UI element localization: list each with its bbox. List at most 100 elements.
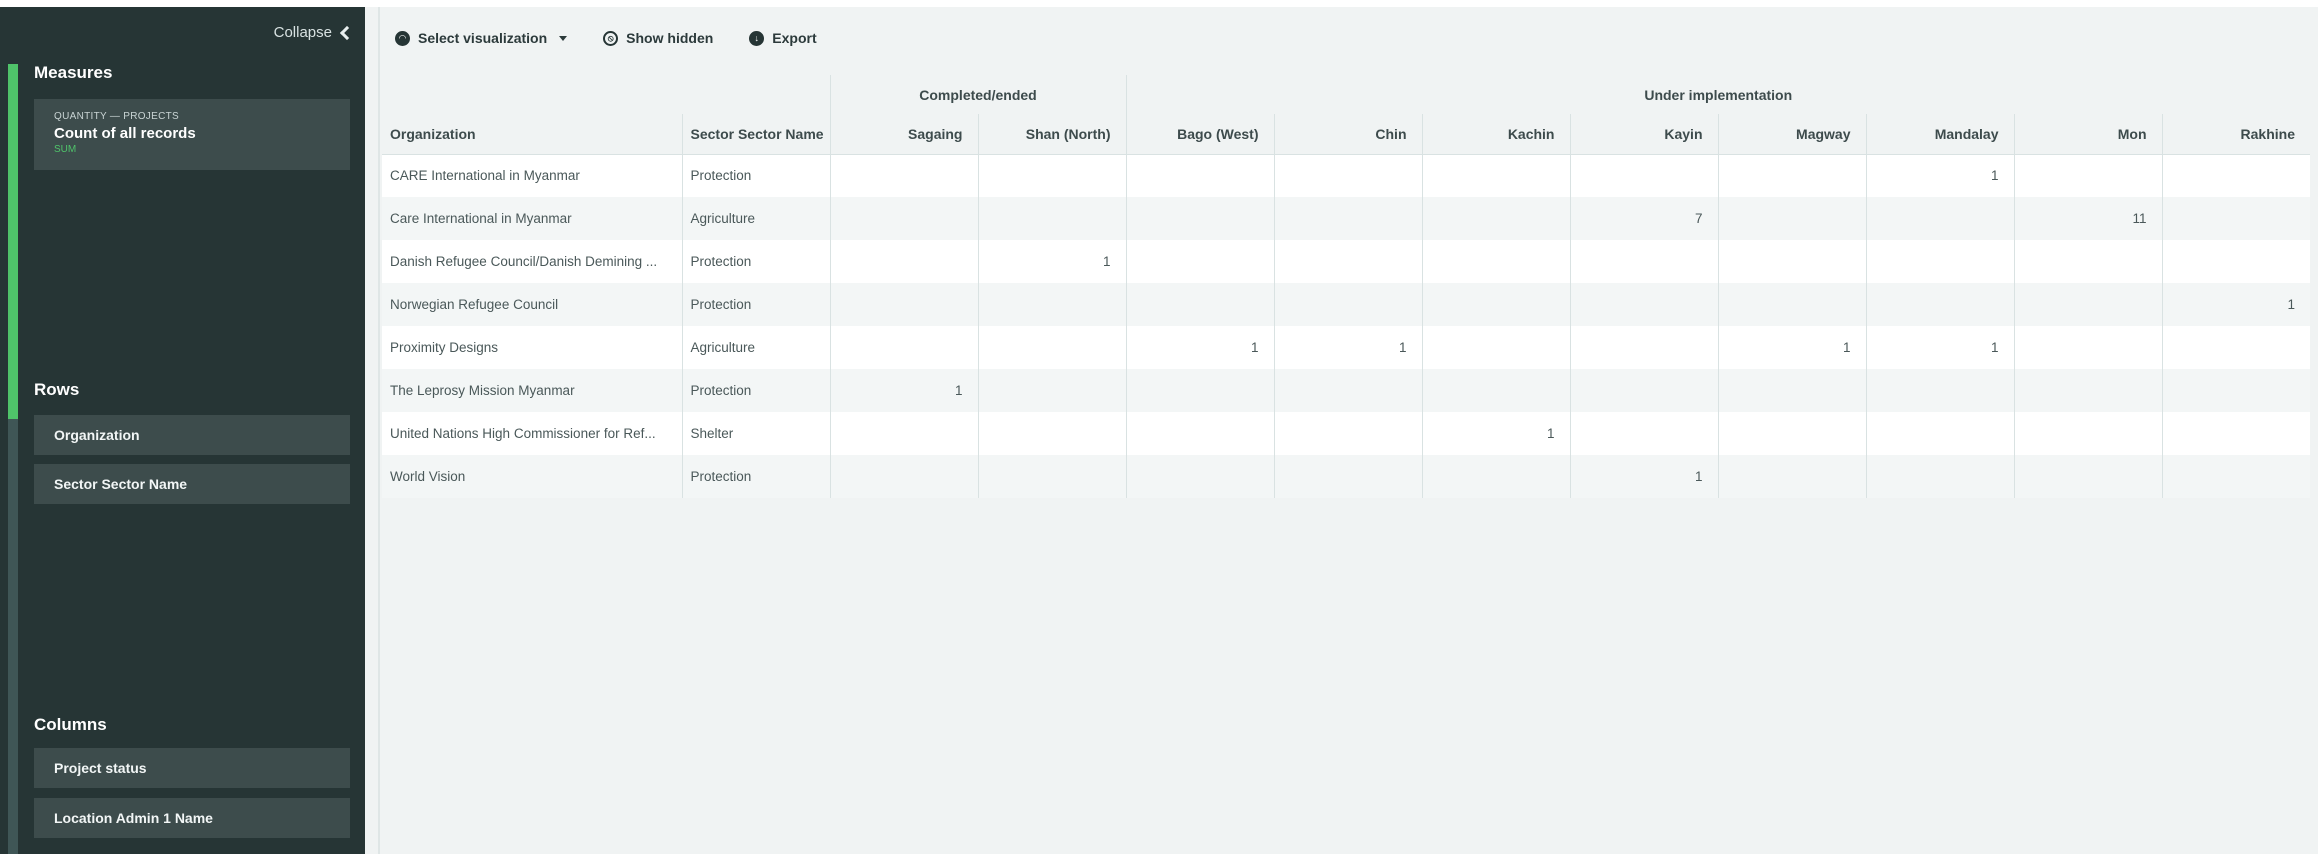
- cell-value: [829, 240, 978, 283]
- cell-value: [2013, 412, 2162, 455]
- cell-value: [1569, 369, 1718, 412]
- cell-value: 1: [1717, 326, 1866, 369]
- cell-value: 1: [1125, 326, 1274, 369]
- cell-value: [1865, 369, 2014, 412]
- cell-value: 1: [1865, 154, 2014, 197]
- chart-icon: ◠: [395, 30, 410, 46]
- cell-value: [1273, 412, 1422, 455]
- cell-value: [1421, 326, 1570, 369]
- cell-value: [1273, 283, 1422, 326]
- header-sector[interactable]: Sector Sector Name: [681, 114, 830, 155]
- column-header[interactable]: Kayin: [1569, 114, 1718, 155]
- cell-value: 7: [1569, 197, 1718, 240]
- caret-down-icon: [559, 35, 568, 41]
- measure-item[interactable]: QUANTITY — PROJECTS Count of all records…: [34, 99, 350, 170]
- cell-value: [1421, 154, 1570, 197]
- cell-organization: Proximity Designs: [382, 326, 682, 369]
- column-field-location[interactable]: Location Admin 1 Name: [34, 798, 350, 838]
- row-field-label: Sector Sector Name: [54, 476, 188, 492]
- collapse-button[interactable]: Collapse: [274, 24, 355, 41]
- cell-value: [1569, 412, 1718, 455]
- cell-sector: Protection: [681, 283, 830, 326]
- group-header-row: Completed/ended Under implementation: [382, 75, 2310, 114]
- cell-value: [977, 326, 1126, 369]
- cell-value: [1569, 326, 1718, 369]
- cell-value: [1273, 197, 1422, 240]
- cell-value: [829, 412, 978, 455]
- cell-value: [977, 154, 1126, 197]
- cell-organization: United Nations High Commissioner for Ref…: [382, 412, 682, 455]
- cell-value: [1125, 455, 1274, 498]
- row-field-organization[interactable]: Organization: [34, 415, 350, 455]
- cell-value: [977, 455, 1126, 498]
- group-header-under-implementation[interactable]: Under implementation: [1125, 75, 2310, 114]
- table-row: The Leprosy Mission Myanmar Protection 1: [382, 369, 2310, 412]
- table-row: World Vision Protection 1: [382, 455, 2310, 498]
- column-header[interactable]: Sagaing: [829, 114, 978, 155]
- cell-value: [1717, 369, 1866, 412]
- table-row: Care International in Myanmar Agriculture…: [382, 197, 2310, 240]
- table-row: Norwegian Refugee Council Protection 1: [382, 283, 2310, 326]
- cell-value: [1125, 154, 1274, 197]
- cell-value: [829, 197, 978, 240]
- cell-value: [2161, 369, 2310, 412]
- cell-value: [1717, 455, 1866, 498]
- column-header[interactable]: Shan (North): [977, 114, 1126, 155]
- cell-sector: Agriculture: [681, 326, 830, 369]
- cell-value: 1: [977, 240, 1126, 283]
- cell-value: 11: [2013, 197, 2162, 240]
- download-icon: ↓: [749, 30, 765, 46]
- cell-sector: Shelter: [681, 412, 830, 455]
- cell-value: [2013, 326, 2162, 369]
- measure-name: Count of all records: [54, 125, 196, 142]
- main-divider: [378, 7, 380, 854]
- column-header[interactable]: Rakhine: [2161, 114, 2310, 155]
- cell-value: [1273, 369, 1422, 412]
- cell-value: [1421, 197, 1570, 240]
- cell-value: [829, 326, 978, 369]
- config-sidebar: Collapse Measures QUANTITY — PROJECTS Co…: [0, 7, 365, 854]
- group-spacer: [382, 75, 682, 114]
- cell-value: [1125, 369, 1274, 412]
- cell-value: 1: [2161, 283, 2310, 326]
- cell-value: [977, 412, 1126, 455]
- top-strip: [0, 0, 2318, 7]
- columns-title: Columns: [34, 715, 107, 734]
- column-field-label: Project status: [54, 760, 147, 776]
- cell-value: [1717, 154, 1866, 197]
- column-header[interactable]: Kachin: [1421, 114, 1570, 155]
- column-header[interactable]: Mon: [2013, 114, 2162, 155]
- cell-value: [1125, 197, 1274, 240]
- cell-value: 1: [1865, 326, 2014, 369]
- column-field-project-status[interactable]: Project status: [34, 748, 350, 788]
- column-header[interactable]: Bago (West): [1125, 114, 1274, 155]
- row-field-sector[interactable]: Sector Sector Name: [34, 464, 350, 504]
- measures-title: Measures: [34, 63, 113, 82]
- cell-sector: Protection: [681, 154, 830, 197]
- toolbar: ◠ Select visualization ⦸ Show hidden ↓ E…: [395, 30, 817, 46]
- cell-value: 1: [1273, 326, 1422, 369]
- cell-value: 1: [829, 369, 978, 412]
- row-field-label: Organization: [54, 427, 140, 443]
- column-header[interactable]: Chin: [1273, 114, 1422, 155]
- group-header-completed[interactable]: Completed/ended: [829, 75, 1126, 114]
- cell-value: [2013, 369, 2162, 412]
- cell-sector: Protection: [681, 455, 830, 498]
- cell-value: [2161, 326, 2310, 369]
- select-visualization-label: Select visualization: [418, 30, 548, 46]
- export-button[interactable]: ↓ Export: [749, 30, 817, 46]
- cell-value: [1717, 197, 1866, 240]
- column-header[interactable]: Magway: [1717, 114, 1866, 155]
- cell-value: 1: [1421, 412, 1570, 455]
- select-visualization-button[interactable]: ◠ Select visualization: [395, 30, 568, 46]
- cell-value: [2161, 240, 2310, 283]
- header-organization[interactable]: Organization: [382, 114, 682, 155]
- eye-off-icon: ⦸: [603, 30, 619, 46]
- show-hidden-button[interactable]: ⦸ Show hidden: [603, 30, 713, 46]
- cell-value: [2161, 455, 2310, 498]
- column-header[interactable]: Mandalay: [1865, 114, 2014, 155]
- sidebar-rail-active: [8, 64, 18, 419]
- cell-value: [1273, 455, 1422, 498]
- cell-value: [977, 369, 1126, 412]
- cell-organization: Care International in Myanmar: [382, 197, 682, 240]
